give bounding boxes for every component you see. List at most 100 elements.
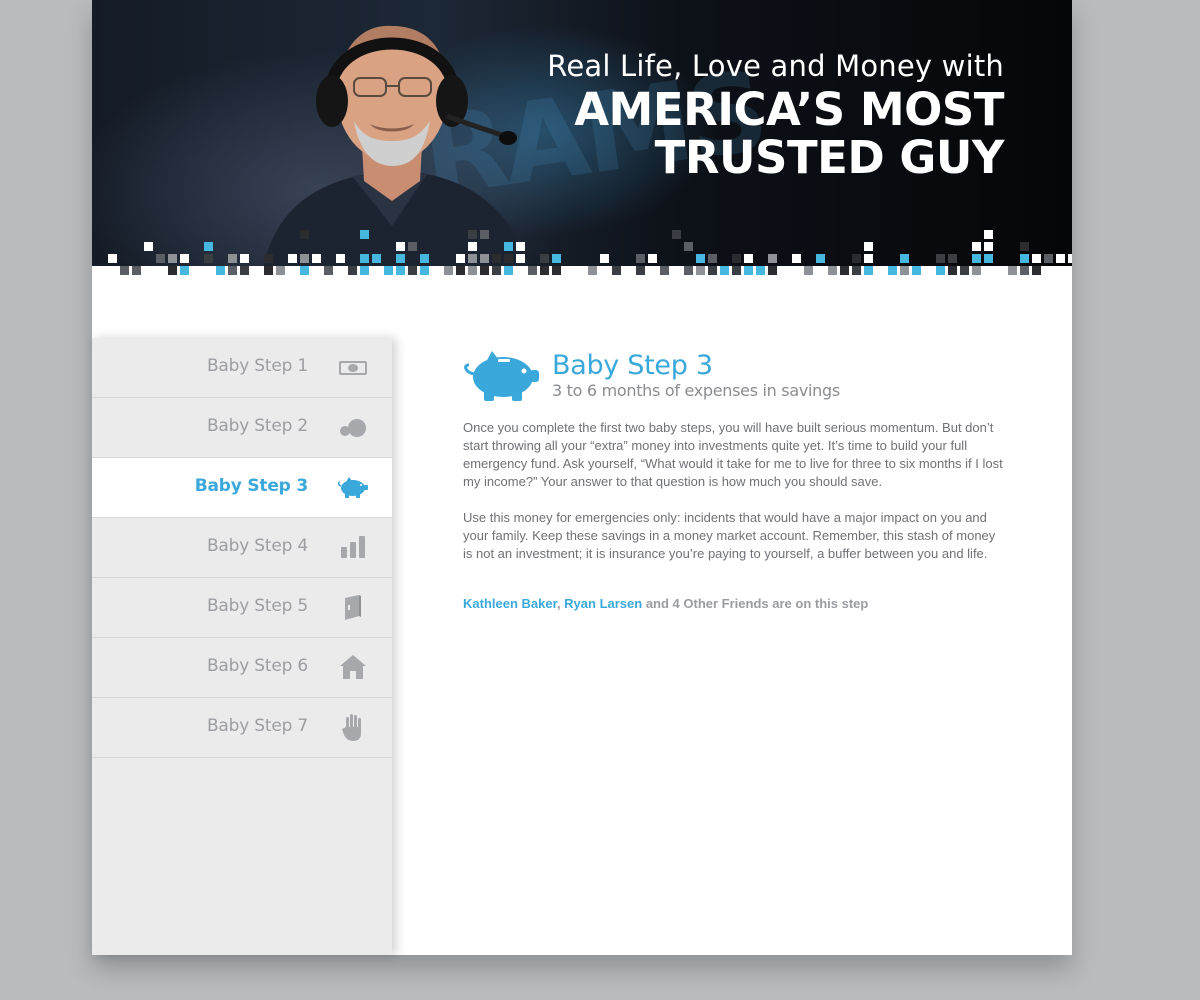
friend-link-kathleen-baker[interactable]: Kathleen Baker [463, 596, 557, 611]
pixel-block [732, 254, 741, 263]
pixel-block [672, 266, 681, 275]
pixel-block [792, 254, 801, 263]
pixel-block [1044, 254, 1053, 263]
pixel-block [720, 266, 729, 275]
pixel-block [984, 254, 993, 263]
pixel-block [144, 242, 153, 251]
pixel-block [108, 254, 117, 263]
pixel-block [156, 254, 165, 263]
pixel-block [252, 266, 261, 275]
tagline-headline: AMERICA’S MOST TRUSTED GUY [547, 86, 1004, 182]
pixel-block [240, 266, 249, 275]
hero-banner: RAMS Real Life, Love and Money with AMER… [92, 0, 1072, 276]
pixel-block [780, 266, 789, 275]
pixel-block [948, 266, 957, 275]
hero-tagline: Real Life, Love and Money with AMERICA’S… [547, 46, 1004, 182]
pixel-block [960, 266, 969, 275]
pixel-block [420, 254, 429, 263]
pixel-block [432, 266, 441, 275]
pixel-block [204, 266, 213, 275]
pixel-block [552, 254, 561, 263]
sidebar-item-baby-step-4[interactable]: Baby Step 4 [92, 518, 392, 578]
pixel-block [924, 266, 933, 275]
pixel-block [216, 266, 225, 275]
pixel-block [684, 242, 693, 251]
pixel-block [948, 254, 957, 263]
pixel-block [540, 266, 549, 275]
pixel-block [516, 242, 525, 251]
pixel-block [1044, 266, 1053, 275]
pixel-block [732, 266, 741, 275]
pixel-block [156, 266, 165, 275]
pixel-block [816, 254, 825, 263]
pixel-block [240, 254, 249, 263]
pixel-block [180, 254, 189, 263]
pixel-block [972, 254, 981, 263]
sidebar-item-baby-step-7[interactable]: Baby Step 7 [92, 698, 392, 758]
pixel-block [888, 266, 897, 275]
pixel-block [360, 254, 369, 263]
step-subtitle: 3 to 6 months of expenses in savings [552, 381, 840, 400]
pixel-block [576, 266, 585, 275]
pixel-block [696, 254, 705, 263]
sidebar-item-baby-step-6[interactable]: Baby Step 6 [92, 638, 392, 698]
pixel-block [348, 266, 357, 275]
pixel-block [864, 254, 873, 263]
pixel-block [648, 266, 657, 275]
snowball-icon [340, 419, 366, 437]
pixel-block [264, 266, 273, 275]
pixel-block [1056, 266, 1065, 275]
pixel-block [396, 266, 405, 275]
pixel-block [744, 266, 753, 275]
pixel-block [972, 266, 981, 275]
pixel-block [900, 254, 909, 263]
pixel-block [396, 254, 405, 263]
pixel-block [312, 254, 321, 263]
pixel-block [768, 266, 777, 275]
sidebar-item-label: Baby Step 3 [194, 476, 308, 496]
step-description-paragraph: Use this money for emergencies only: inc… [463, 510, 996, 561]
sidebar-item-label: Baby Step 7 [206, 716, 308, 736]
pixel-block [456, 266, 465, 275]
friends-suffix: and 4 Other Friends are on this step [642, 596, 869, 611]
pixel-block [420, 266, 429, 275]
pixel-block [660, 266, 669, 275]
pixel-block [792, 266, 801, 275]
pixel-block [468, 266, 477, 275]
friends-on-step: Kathleen Baker, Ryan Larsen and 4 Other … [463, 596, 868, 611]
pixel-block [480, 266, 489, 275]
pixel-block [984, 230, 993, 239]
pixel-block [1056, 254, 1065, 263]
pixel-block [528, 266, 537, 275]
sidebar-item-baby-step-2[interactable]: Baby Step 2 [92, 398, 392, 458]
pixel-block [1020, 266, 1029, 275]
pixel-block [816, 266, 825, 275]
pixel-block [492, 266, 501, 275]
pixel-block [1008, 266, 1017, 275]
pixel-block [336, 254, 345, 263]
pixel-block [312, 266, 321, 275]
pixel-block [192, 266, 201, 275]
money-bill-icon [339, 361, 367, 375]
pixel-block [276, 266, 285, 275]
pixel-block [804, 266, 813, 275]
pixel-block [96, 266, 105, 275]
sidebar-item-baby-step-5[interactable]: Baby Step 5 [92, 578, 392, 638]
pixel-block [840, 266, 849, 275]
pixel-block [564, 266, 573, 275]
pixel-block [852, 254, 861, 263]
sidebar-item-baby-step-3[interactable]: Baby Step 3 [92, 458, 392, 518]
pixel-block [648, 254, 657, 263]
pixel-block [132, 266, 141, 275]
pixel-block [300, 254, 309, 263]
pixel-block [912, 266, 921, 275]
pixel-block [864, 266, 873, 275]
sidebar-item-label: Baby Step 1 [206, 356, 308, 376]
pixel-block [480, 254, 489, 263]
pixel-block [876, 266, 885, 275]
friend-link-ryan-larsen[interactable]: Ryan Larsen [564, 596, 642, 611]
pixel-block [408, 266, 417, 275]
pixel-block [612, 266, 621, 275]
pixel-block [180, 266, 189, 275]
sidebar-item-baby-step-1[interactable]: Baby Step 1 [92, 338, 392, 398]
